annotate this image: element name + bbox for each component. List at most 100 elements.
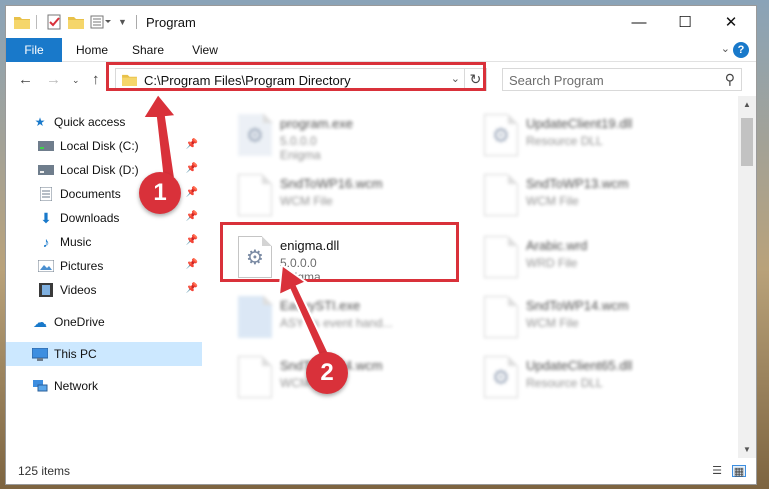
file-type: Resource DLL (526, 134, 603, 148)
videos-icon (38, 283, 54, 297)
document-icon (238, 356, 272, 398)
large-icons-view-icon[interactable]: ▦ (732, 465, 746, 478)
tab-share[interactable]: Share (124, 38, 172, 62)
cloud-icon: ☁ (33, 313, 47, 330)
tab-home[interactable]: Home (68, 38, 116, 62)
file-item[interactable]: ⚙ program.exe 5.0.0.0 Enigma (228, 106, 468, 164)
step-2-badge: 2 (306, 352, 348, 394)
search-input[interactable]: Search Program ⚲ (502, 68, 742, 91)
application-icon (238, 295, 273, 338)
file-name: SndToWP16.wcm (280, 176, 383, 191)
downloads-icon: ⬇ (40, 209, 52, 226)
help-icon[interactable]: ? (733, 42, 749, 58)
documents-icon (38, 187, 54, 201)
pin-icon[interactable]: 📌 (186, 187, 198, 198)
vertical-scrollbar[interactable]: ▲ ▼ (738, 96, 756, 458)
document-icon (484, 296, 518, 338)
close-button[interactable]: ✕ (708, 6, 754, 38)
folder-icon (14, 13, 30, 31)
sidebar-item-pictures[interactable]: Pictures 📌 (6, 254, 202, 278)
scroll-down-arrow-icon[interactable]: ▼ (738, 441, 756, 458)
maximize-button[interactable]: ☐ (662, 6, 708, 38)
file-item[interactable]: SndToWP84.wcm WCM File (228, 348, 468, 406)
file-name: UpdateClient19.dll (526, 116, 633, 131)
status-bar: 125 items ☰ ▦ (6, 458, 756, 484)
sidebar-item-label: OneDrive (54, 315, 105, 329)
sidebar-item-videos[interactable]: Videos 📌 (6, 278, 202, 302)
drive-icon (38, 163, 54, 177)
sidebar-item-onedrive[interactable]: ☁ OneDrive (6, 310, 202, 334)
file-item[interactable]: EasyySTI.exe ASY ds event hand... (228, 288, 468, 346)
file-item[interactable]: ⚙ UpdateClient19.dll Resource DLL (474, 106, 714, 164)
forward-arrow-icon[interactable]: → (46, 71, 61, 88)
search-placeholder: Search Program (509, 73, 604, 88)
toolbar-divider (36, 15, 37, 29)
pin-icon[interactable]: 📌 (186, 163, 198, 174)
file-item[interactable]: SndToWP14.wcm WCM File (474, 288, 714, 346)
tab-view[interactable]: View (182, 38, 228, 62)
file-name: SndToWP13.wcm (526, 176, 629, 191)
file-item[interactable]: SndToWP13.wcm WCM File (474, 166, 714, 224)
sidebar-item-quick-access[interactable]: ★ Quick access (6, 110, 202, 134)
expand-ribbon-chevron-icon[interactable]: ⌄ (721, 42, 730, 55)
sidebar-item-label: Local Disk (C:) (60, 139, 139, 153)
file-item[interactable]: SndToWP16.wcm WCM File (228, 166, 468, 224)
star-icon: ★ (34, 115, 46, 129)
pin-icon[interactable]: 📌 (186, 211, 198, 222)
pin-icon[interactable]: 📌 (186, 283, 198, 294)
up-arrow-icon[interactable]: ↑ (92, 71, 100, 88)
network-icon (32, 379, 48, 393)
document-icon (484, 174, 518, 216)
computer-icon (32, 347, 48, 361)
sidebar-item-this-pc[interactable]: This PC (6, 342, 202, 366)
file-type: Resource DLL (526, 376, 603, 390)
pictures-icon (38, 259, 54, 273)
pin-icon[interactable]: 📌 (186, 259, 198, 270)
recent-locations-chevron-icon[interactable]: ⌄ (72, 75, 80, 86)
scroll-up-arrow-icon[interactable]: ▲ (738, 96, 756, 113)
file-company: Enigma (280, 148, 321, 162)
sidebar-item-music[interactable]: ♪ Music 📌 (6, 230, 202, 254)
window-title: Program (146, 15, 196, 30)
sidebar-item-label: Quick access (54, 115, 126, 129)
file-name: UpdateClient65.dll (526, 358, 633, 373)
file-description: ASY ds event hand... (280, 316, 393, 330)
properties-icon[interactable] (46, 13, 62, 31)
file-item[interactable]: Arabic.wrd WRD File (474, 228, 714, 286)
search-icon[interactable]: ⚲ (725, 71, 735, 88)
sidebar-item-label: Videos (60, 283, 97, 297)
navigation-pane: ★ Quick access Local Disk (C:) 📌 Local D… (6, 102, 202, 458)
file-type: WCM File (280, 194, 333, 208)
document-icon (484, 236, 518, 278)
file-type: WRD File (526, 256, 578, 270)
sidebar-item-label: Music (60, 235, 92, 249)
file-version: 5.0.0.0 (280, 134, 317, 148)
sidebar-item-local-disk-c[interactable]: Local Disk (C:) 📌 (6, 134, 202, 158)
step-1-badge: 1 (139, 172, 181, 214)
sidebar-item-network[interactable]: Network (6, 374, 202, 398)
new-folder-icon[interactable] (68, 13, 84, 31)
back-arrow-icon[interactable]: ← (18, 71, 33, 88)
file-highlight (220, 222, 459, 282)
view-options-icon[interactable] (90, 13, 112, 31)
dll-file-icon: ⚙ (484, 356, 518, 398)
file-name: Arabic.wrd (526, 238, 588, 253)
sidebar-item-label: Pictures (60, 259, 104, 273)
tab-file[interactable]: File (6, 38, 62, 62)
sidebar-item-label: Local Disk (D:) (60, 163, 139, 177)
file-name: program.exe (280, 116, 353, 131)
file-name: EasyySTI.exe (280, 298, 361, 313)
item-count: 125 items (18, 464, 71, 478)
address-bar-highlight (106, 62, 486, 91)
pin-icon[interactable]: 📌 (186, 139, 198, 150)
scroll-thumb[interactable] (741, 118, 753, 166)
sidebar-item-label: This PC (54, 347, 97, 361)
minimize-button[interactable]: — (616, 6, 662, 38)
details-view-icon[interactable]: ☰ (710, 465, 724, 477)
file-type: WCM File (526, 316, 579, 330)
file-type: WCM File (526, 194, 579, 208)
ribbon-tabs: File Home Share View ⌄ ? (6, 38, 756, 62)
pin-icon[interactable]: 📌 (186, 235, 198, 246)
customize-toolbar-chevron-icon[interactable]: ▼ (118, 13, 127, 31)
file-item[interactable]: ⚙ UpdateClient65.dll Resource DLL (474, 348, 714, 406)
